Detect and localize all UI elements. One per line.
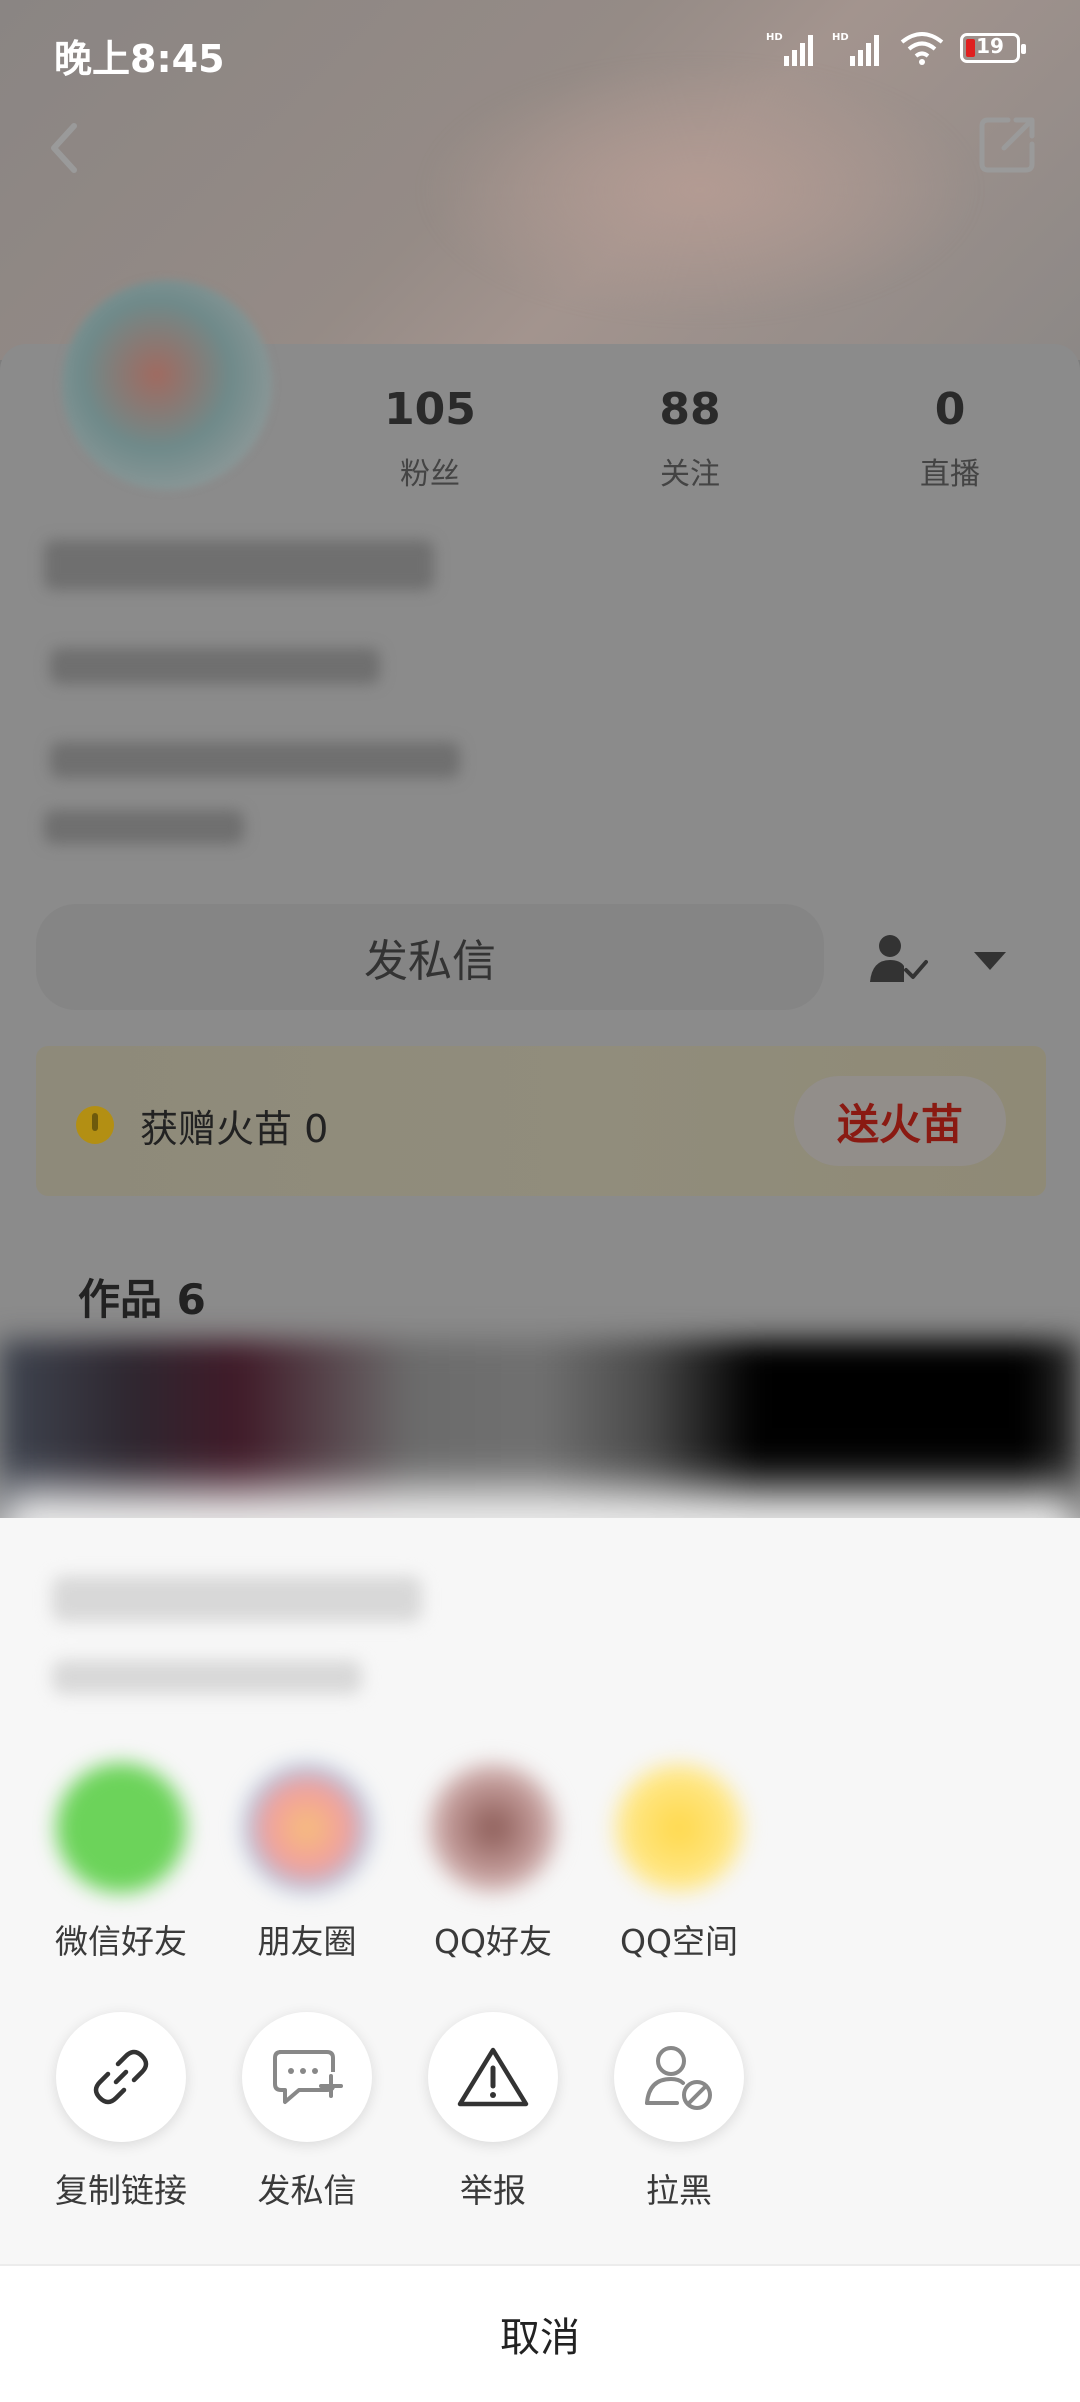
link-icon (56, 2012, 186, 2142)
send-flame-button[interactable]: 送火苗 (794, 1076, 1006, 1166)
wechat-icon (56, 1763, 186, 1893)
share-sheet: 微信好友 朋友圈 QQ好友 QQ空间 复制链接 发私信 举报 拉黑 取消 (0, 1518, 1080, 2402)
action-label: 举报 (460, 2171, 526, 2210)
warning-icon (428, 2012, 558, 2142)
stat-value: 105 (384, 384, 476, 435)
moments-icon (242, 1763, 372, 1893)
svg-text:HD: HD (832, 32, 849, 43)
profile-id-redacted (52, 1660, 362, 1694)
block-button[interactable]: 拉黑 (586, 2012, 772, 2212)
action-label: 发私信 (257, 2171, 357, 2210)
copy-link-button[interactable]: 复制链接 (28, 2012, 214, 2212)
wifi-icon (900, 32, 944, 65)
battery-icon: 19 (960, 33, 1026, 63)
status-bar: 晚上8:45 HD HD 19 (0, 0, 1080, 104)
send-message-button[interactable]: 发私信 (36, 904, 824, 1010)
message-add-icon (242, 2012, 372, 2142)
chevron-down-icon[interactable] (972, 948, 1008, 972)
profile-name-redacted (52, 1576, 422, 1622)
coin-icon (76, 1106, 114, 1144)
username-redacted (44, 540, 434, 590)
private-message-button[interactable]: 发私信 (214, 2012, 400, 2212)
stat-fans[interactable]: 105 粉丝 (300, 384, 560, 493)
share-wechat[interactable]: 微信好友 (28, 1763, 214, 1963)
share-qq[interactable]: QQ好友 (400, 1763, 586, 1963)
stat-label: 粉丝 (400, 457, 460, 492)
share-label: 朋友圈 (257, 1922, 357, 1961)
stat-label: 直播 (920, 457, 980, 492)
stat-value: 88 (659, 384, 721, 435)
works-title: 作品 6 (78, 1275, 206, 1324)
svg-text:HD: HD (766, 32, 783, 43)
avatar[interactable] (62, 280, 272, 490)
profile-stats: 105 粉丝 88 关注 0 直播 (300, 384, 1080, 493)
qzone-icon (614, 1763, 744, 1893)
stat-following[interactable]: 88 关注 (560, 384, 820, 493)
cancel-button[interactable]: 取消 (0, 2264, 1080, 2402)
bio-redacted (50, 648, 380, 684)
works-thumbnails[interactable] (0, 1340, 1080, 1520)
share-qzone[interactable]: QQ空间 (586, 1763, 772, 1963)
status-time: 晚上8:45 (54, 37, 225, 81)
share-label: QQ空间 (620, 1922, 738, 1961)
share-label: QQ好友 (434, 1922, 552, 1961)
info-redacted (44, 810, 244, 844)
share-label: 微信好友 (55, 1922, 187, 1961)
block-user-icon (614, 2012, 744, 2142)
followed-user-icon[interactable] (870, 932, 928, 984)
signal-icon: HD (832, 32, 879, 66)
action-label: 复制链接 (55, 2171, 187, 2210)
signal-icon: HD (766, 32, 813, 66)
stat-value: 0 (934, 384, 966, 435)
share-moments[interactable]: 朋友圈 (214, 1763, 400, 1963)
info-redacted (50, 742, 460, 778)
flame-banner: 获赠火苗 0 送火苗 (36, 1046, 1046, 1196)
stat-label: 关注 (660, 457, 720, 492)
share-icon[interactable] (974, 112, 1040, 178)
battery-level: 19 (976, 34, 1004, 58)
stat-live[interactable]: 0 直播 (820, 384, 1080, 493)
report-button[interactable]: 举报 (400, 2012, 586, 2212)
back-arrow-icon[interactable] (40, 118, 90, 178)
qq-icon (428, 1763, 558, 1893)
flame-count: 获赠火苗 0 (140, 1107, 329, 1151)
action-label: 拉黑 (646, 2171, 712, 2210)
